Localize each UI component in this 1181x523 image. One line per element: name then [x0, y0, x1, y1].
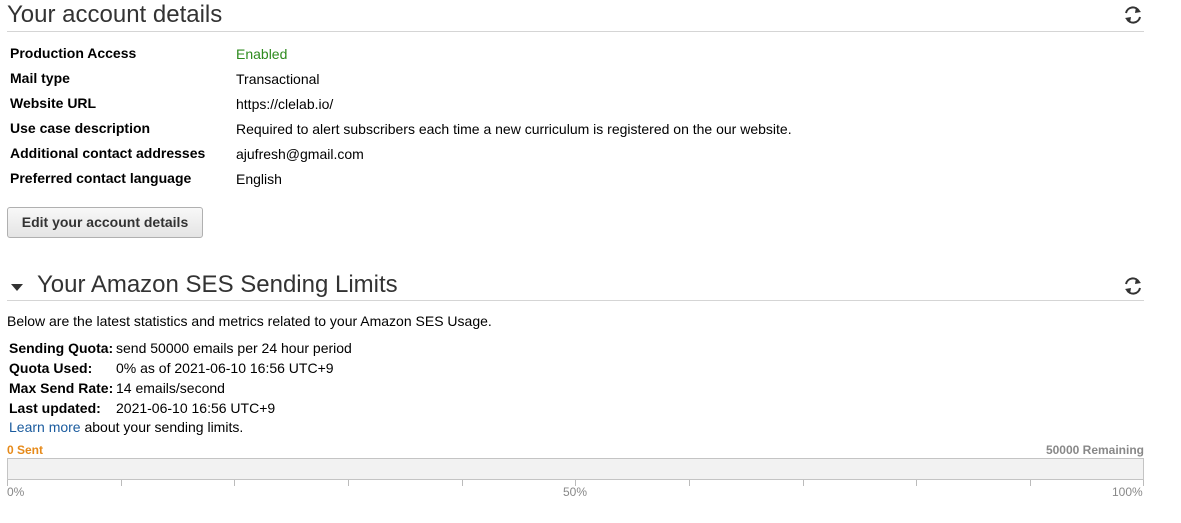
row-label: Mail type [10, 70, 70, 86]
row-value: Required to alert subscribers each time … [236, 121, 792, 137]
row-label: Website URL [10, 95, 97, 111]
row-label: Max Send Rate: [9, 380, 114, 396]
row-label: Preferred contact language [10, 170, 192, 186]
row-label: Sending Quota: [9, 340, 114, 356]
sending-quota-value: send 50000 emails per 24 hour period [116, 340, 352, 356]
last-updated-value: 2021-06-10 16:56 UTC+9 [116, 400, 276, 416]
scale-tick [1030, 480, 1031, 486]
sending-limits-intro: Below are the latest statistics and metr… [7, 313, 492, 329]
scale-tick [1143, 480, 1144, 486]
remaining-count: 50000 Remaining [1045, 443, 1144, 457]
sent-count: 0 Sent [7, 443, 44, 457]
edit-account-details-button[interactable]: Edit your account details [7, 207, 203, 238]
row-label: Use case description [10, 120, 151, 136]
scale-tick [916, 480, 917, 486]
row-value: Transactional [236, 71, 320, 87]
learn-more-line: Learn more about your sending limits. [9, 417, 243, 437]
row-value: English [236, 171, 282, 187]
row-label: Additional contact addresses [10, 145, 206, 161]
refresh-icon[interactable] [1122, 275, 1144, 297]
scale-tick [348, 480, 349, 486]
sending-limits-title: Your Amazon SES Sending Limits [37, 271, 398, 298]
row-label: Last updated: [9, 400, 101, 416]
sending-limits-header: Your Amazon SES Sending Limits [7, 270, 1144, 301]
production-access-status: Enabled [236, 46, 288, 62]
scale-label-50: 50% [563, 485, 588, 499]
account-details-header: Your account details [7, 0, 1144, 32]
quota-used-value: 0% as of 2021-06-10 16:56 UTC+9 [116, 360, 334, 376]
quota-progress-bar [7, 458, 1144, 480]
max-send-rate-value: 14 emails/second [116, 380, 225, 396]
scale-tick [121, 480, 122, 486]
scale-label-0: 0% [7, 485, 25, 499]
row-value: https://clelab.io/ [236, 96, 334, 112]
row-label: Production Access [10, 45, 137, 61]
scale-tick [234, 480, 235, 486]
scale-tick [803, 480, 804, 486]
learn-more-link[interactable]: Learn more [9, 419, 81, 435]
account-details-title: Your account details [7, 1, 223, 28]
row-value: ajufresh@gmail.com [236, 146, 364, 162]
row-label: Quota Used: [9, 360, 93, 376]
scale-tick [689, 480, 690, 486]
refresh-icon[interactable] [1122, 4, 1144, 26]
caret-down-icon[interactable] [11, 284, 23, 291]
learn-more-suffix: about your sending limits. [84, 419, 244, 435]
scale-tick [462, 480, 463, 486]
scale-label-100: 100% [1112, 485, 1143, 499]
